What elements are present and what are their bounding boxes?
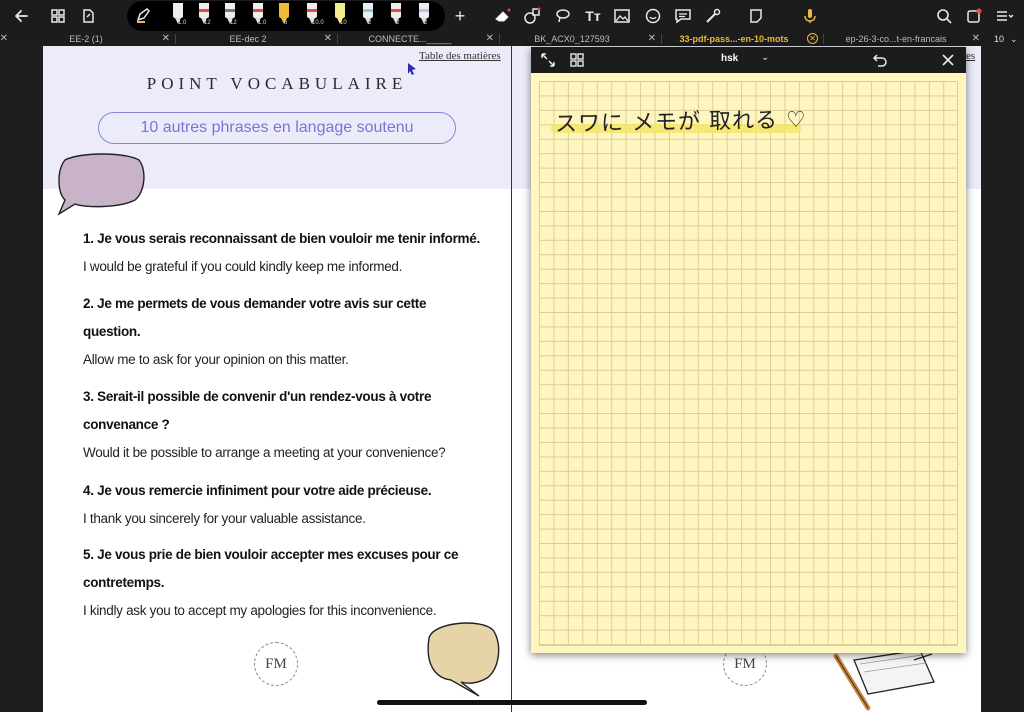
pen-tool-6[interactable]: 10.0 [303, 3, 324, 29]
close-icon[interactable]: ✕ [648, 32, 656, 46]
tab-bk-acx0[interactable]: BK_ACX0_127593 ✕ [500, 32, 660, 46]
tab-label: EE-2 (1) [69, 34, 103, 44]
pen-size-label: 12 [230, 20, 237, 26]
notebook-pencil-illustration [833, 649, 935, 711]
page-fold-icon[interactable] [746, 6, 766, 26]
close-icon[interactable]: ✕ [0, 32, 8, 46]
tab-label: EE-dec 2 [229, 34, 267, 44]
table-of-contents-link[interactable]: es [966, 50, 975, 62]
pen-size-label: 1.0 [258, 20, 267, 26]
page-subtitle: 10 autres phrases en langage soutenu [98, 112, 456, 144]
translation-1: I would be grateful if you could kindly … [83, 259, 403, 274]
fm-logo: FM [254, 642, 298, 686]
chevron-down-icon: ⌄ [1010, 34, 1018, 44]
shapes-icon[interactable] [522, 6, 542, 26]
eraser-icon[interactable] [492, 6, 512, 26]
phrase-3-line-2: convenance ? [83, 417, 170, 432]
table-of-contents-link[interactable]: Table des matières [419, 50, 501, 62]
note-grid-canvas[interactable] [539, 81, 958, 646]
pen-tool-1[interactable]: 1.0 [169, 3, 187, 29]
phrase-5-line-2: contretemps. [83, 575, 165, 590]
chevron-down-icon[interactable]: ⌄ [761, 52, 769, 63]
close-icon[interactable]: ✕ [972, 32, 980, 46]
pen-tool-7[interactable]: 10 [331, 3, 349, 29]
tab-ee-dec-2[interactable]: EE-dec 2 ✕ [176, 32, 336, 46]
tab-label: ep-26-3-co...t-en-francais [845, 34, 947, 44]
pen-size-label: 2 [368, 20, 372, 26]
add-icon[interactable]: + [450, 6, 470, 26]
laser-pointer-icon[interactable] [703, 6, 723, 26]
pen-tool-10[interactable]: 2 [415, 3, 433, 29]
pen-size-label: 6 [284, 20, 288, 26]
close-icon[interactable]: ✕ [807, 33, 818, 44]
export-icon[interactable] [78, 6, 98, 26]
more-menu-icon[interactable] [994, 6, 1014, 26]
translation-3: Would it be possible to arrange a meetin… [83, 445, 446, 460]
handwritten-note: スワに メモが 取れる ♡ [554, 107, 807, 138]
pen-size-label: 1.0 [178, 20, 187, 26]
grid-view-icon[interactable] [48, 6, 68, 26]
tab-close-overflow[interactable]: ✕ [0, 32, 12, 46]
image-icon[interactable] [612, 6, 632, 26]
note-title[interactable]: hsk [721, 53, 738, 64]
top-toolbar: 1.0 12 12 1.0 6 10.0 10 2 2 2 + Tт [0, 0, 1024, 32]
floating-note-panel[interactable]: hsk ⌄ スワに メモが 取れる ♡ [531, 47, 966, 653]
tab-33-pdf-pass[interactable]: 33-pdf-pass...-en-10-mots ✕ [662, 32, 822, 46]
tab-bar: ✕ EE-2 (1) ✕ EE-dec 2 ✕ CONNECTE..._____… [0, 32, 1024, 46]
tab-connecte[interactable]: CONNECTE..._____ ✕ [338, 32, 498, 46]
expand-icon[interactable] [539, 51, 557, 69]
search-icon[interactable] [934, 6, 954, 26]
pen-tool-8[interactable]: 2 [359, 3, 377, 29]
translation-4: I thank you sincerely for your valuable … [83, 511, 366, 526]
undo-icon[interactable] [871, 51, 889, 69]
microphone-icon[interactable] [800, 6, 820, 26]
tab-label: 33-pdf-pass...-en-10-mots [679, 34, 789, 44]
tab-ee-2[interactable]: EE-2 (1) ✕ [14, 32, 174, 46]
text-tool-icon[interactable]: Tт [583, 6, 603, 26]
phrase-4: 4. Je vous remercie infiniment pour votr… [83, 483, 432, 498]
speech-bubble-decoration [57, 153, 145, 216]
pen-tray: 1.0 12 12 1.0 6 10.0 10 2 2 2 [127, 1, 445, 31]
tab-label: BK_ACX0_127593 [534, 34, 610, 44]
home-indicator[interactable] [377, 700, 647, 705]
pen-settings-icon[interactable] [133, 5, 153, 25]
left-document-page: Table des matières POINT VOCABULAIRE 10 … [43, 46, 511, 712]
pen-size-label: 10.0 [312, 20, 324, 26]
pen-tool-4[interactable]: 1.0 [249, 3, 267, 29]
pen-tool-9[interactable]: 2 [387, 3, 405, 29]
phrase-2-line-2: question. [83, 324, 141, 339]
tab-ep-26-3[interactable]: ep-26-3-co...t-en-francais ✕ [824, 32, 984, 46]
phrase-5-line-1: 5. Je vous prie de bien vouloir accepter… [83, 547, 459, 562]
pen-size-label: 2 [396, 20, 400, 26]
grid-view-icon[interactable] [568, 51, 586, 69]
close-icon[interactable] [939, 51, 957, 69]
comment-icon[interactable] [673, 6, 693, 26]
pen-size-label: 2 [424, 20, 428, 26]
page-title: POINT VOCABULAIRE [146, 74, 408, 93]
tab-count-dropdown[interactable]: 10 ⌄ [990, 32, 1024, 46]
tab-count: 10 [994, 34, 1005, 44]
pen-tool-5[interactable]: 6 [275, 3, 293, 29]
phrase-2-line-1: 2. Je me permets de vous demander votre … [83, 296, 427, 311]
close-icon[interactable]: ✕ [162, 32, 170, 46]
translation-2: Allow me to ask for your opinion on this… [83, 352, 349, 367]
pen-size-label: 12 [204, 20, 211, 26]
pen-tool-2[interactable]: 12 [195, 3, 213, 29]
close-icon[interactable]: ✕ [324, 32, 332, 46]
notifications-icon[interactable] [964, 6, 984, 26]
note-header: hsk ⌄ [531, 47, 966, 73]
tab-label: CONNECTE..._____ [368, 34, 452, 44]
close-icon[interactable]: ✕ [486, 32, 494, 46]
pen-size-label: 10 [340, 20, 347, 26]
phrase-3-line-1: 3. Serait-il possible de convenir d'un r… [83, 389, 432, 404]
phrase-1: 1. Je vous serais reconnaissant de bien … [83, 231, 480, 246]
back-arrow-icon[interactable] [12, 6, 32, 26]
lasso-icon[interactable] [553, 6, 573, 26]
pen-tool-3[interactable]: 12 [221, 3, 239, 29]
sticker-icon[interactable] [643, 6, 663, 26]
translation-5: I kindly ask you to accept my apologies … [83, 603, 437, 618]
speech-bubble-decoration-bottom [427, 622, 500, 697]
